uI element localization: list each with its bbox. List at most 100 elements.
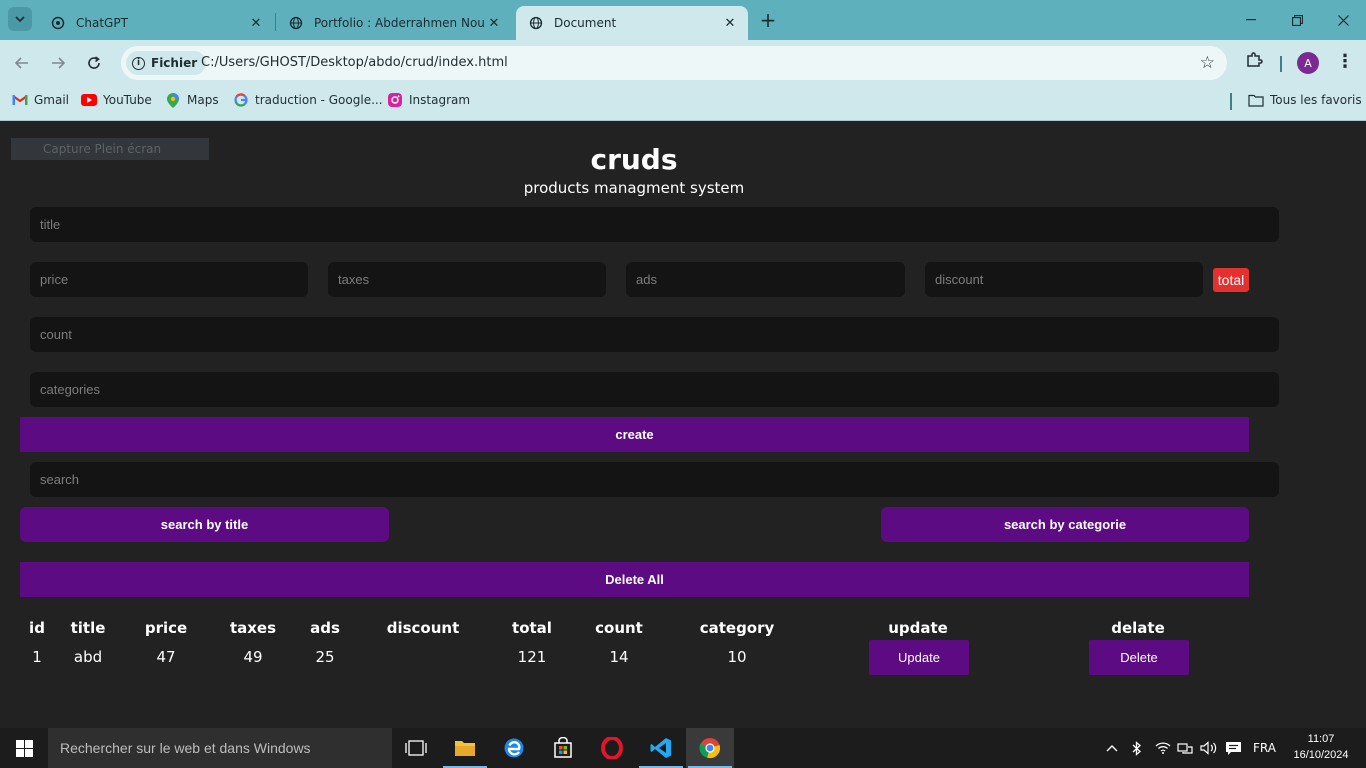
bookmark-youtube[interactable]: YouTube: [81, 93, 152, 107]
info-icon: i: [132, 56, 145, 70]
delete-all-button[interactable]: Delete All: [20, 562, 1249, 597]
vscode-button[interactable]: [637, 728, 685, 768]
price-input[interactable]: [30, 262, 308, 297]
close-icon: [1337, 14, 1349, 26]
bookmark-label: Instagram: [409, 93, 471, 107]
tab-search-button[interactable]: [8, 7, 32, 31]
reload-button[interactable]: [82, 51, 106, 75]
cell-taxes: 49: [243, 648, 263, 666]
search-by-category-button[interactable]: search by categorie: [881, 507, 1249, 542]
update-row-button[interactable]: Update: [869, 640, 969, 675]
globe-icon: [528, 15, 544, 31]
wifi-icon[interactable]: [1155, 728, 1171, 768]
minimize-button[interactable]: [1228, 0, 1274, 40]
close-tab-icon[interactable]: ✕: [246, 16, 266, 31]
show-hidden-icons[interactable]: [1106, 728, 1118, 768]
discount-input[interactable]: [925, 262, 1203, 297]
file-explorer-button[interactable]: [441, 728, 489, 768]
restore-icon: [1291, 14, 1303, 26]
reload-icon: [88, 56, 100, 69]
search-input[interactable]: [30, 462, 1279, 497]
page-subtitle: products managment system: [523, 179, 745, 197]
bookmark-label: Maps: [187, 93, 219, 107]
close-tab-icon[interactable]: ✕: [484, 16, 504, 31]
folder-icon: [1248, 93, 1264, 107]
close-window-button[interactable]: [1320, 0, 1366, 40]
bookmark-maps[interactable]: Maps: [165, 92, 219, 108]
task-view-icon: [405, 740, 427, 756]
volume-icon[interactable]: [1200, 728, 1218, 768]
bookmarks-bar: Gmail YouTube Maps traduction - Google..…: [0, 86, 1366, 121]
tab-chatgpt[interactable]: ChatGPT ✕: [38, 6, 274, 40]
chrome-button[interactable]: [686, 728, 734, 768]
menu-kebab-icon[interactable]: ⋮: [1336, 50, 1354, 74]
address-bar[interactable]: i Fichier C:/Users/GHOST/Desktop/abdo/cr…: [121, 46, 1227, 80]
header-cell: id: [29, 619, 45, 637]
browser-toolbar: i Fichier C:/Users/GHOST/Desktop/abdo/cr…: [0, 40, 1366, 86]
edge-button[interactable]: [490, 728, 538, 768]
search-by-title-button[interactable]: search by title: [20, 507, 389, 542]
header-cell: discount: [386, 619, 460, 637]
create-button[interactable]: create: [20, 417, 1249, 452]
chatgpt-icon: [50, 15, 66, 31]
delete-row-button[interactable]: Delete: [1089, 640, 1189, 675]
header-cell: update: [888, 619, 948, 637]
header-cell: ads: [310, 619, 340, 637]
bookmark-gmail[interactable]: Gmail: [12, 93, 69, 107]
bookmark-traduction[interactable]: traduction - Google...: [233, 93, 383, 107]
restore-button[interactable]: [1274, 0, 1320, 40]
bookmark-instagram[interactable]: Instagram: [387, 93, 470, 107]
close-tab-icon[interactable]: ✕: [720, 16, 740, 31]
bookmark-star-icon[interactable]: ☆: [1200, 53, 1215, 73]
opera-button[interactable]: [588, 728, 636, 768]
store-icon: [554, 737, 572, 758]
categories-input[interactable]: [30, 372, 1279, 407]
windows-taskbar: Rechercher sur le web et dans Windows FR…: [0, 728, 1366, 768]
header-cell: delate: [1111, 619, 1165, 637]
bluetooth-icon[interactable]: [1132, 728, 1142, 768]
tab-title: Document: [554, 16, 617, 30]
windows-logo-icon: [15, 739, 33, 757]
toolbar-divider: [1280, 56, 1282, 72]
language-indicator[interactable]: FRA: [1253, 728, 1276, 768]
cell-id: 1: [32, 648, 42, 666]
cell-ads: 25: [315, 648, 335, 666]
tab-title: Portfolio : Abderrahmen Nouali: [314, 16, 484, 30]
new-tab-button[interactable]: +: [756, 9, 780, 33]
ads-input[interactable]: [626, 262, 905, 297]
site-info-chip[interactable]: i Fichier: [126, 51, 207, 75]
youtube-icon: [81, 93, 97, 107]
clock-time: 11:07: [1307, 733, 1335, 745]
chevron-down-icon: [15, 16, 25, 22]
tab-portfolio[interactable]: Portfolio : Abderrahmen Nouali ✕: [276, 6, 512, 40]
cell-title: abd: [73, 648, 103, 666]
title-input[interactable]: [30, 207, 1279, 242]
url-text[interactable]: C:/Users/GHOST/Desktop/abdo/crud/index.h…: [201, 55, 508, 70]
extensions-icon[interactable]: [1243, 51, 1265, 73]
start-button[interactable]: [0, 728, 48, 768]
cell-count: 14: [609, 648, 629, 666]
arrow-left-icon: [15, 57, 28, 69]
task-view-button[interactable]: [392, 728, 440, 768]
tab-document[interactable]: Document ✕: [516, 6, 748, 40]
taxes-input[interactable]: [328, 262, 606, 297]
chevron-up-icon: [1106, 745, 1118, 752]
globe-icon: [288, 15, 304, 31]
forward-button[interactable]: [46, 51, 70, 75]
network-icon[interactable]: [1177, 728, 1193, 768]
taskbar-search-box[interactable]: Rechercher sur le web et dans Windows: [48, 728, 392, 768]
notifications-icon[interactable]: [1225, 728, 1242, 768]
back-button[interactable]: [10, 51, 34, 75]
tab-title: ChatGPT: [76, 16, 128, 30]
header-cell: taxes: [229, 619, 277, 637]
all-bookmarks[interactable]: Tous les favoris: [1248, 93, 1362, 107]
store-button[interactable]: [539, 728, 587, 768]
header-cell: price: [144, 619, 188, 637]
taskbar-clock[interactable]: 11:07 16/10/2024: [1288, 731, 1354, 763]
folder-icon: [455, 741, 475, 756]
minimize-icon: [1246, 19, 1256, 21]
profile-avatar[interactable]: A: [1297, 52, 1319, 74]
count-input[interactable]: [30, 317, 1279, 352]
clock-date: 16/10/2024: [1293, 749, 1349, 761]
gmail-icon: [12, 93, 28, 107]
